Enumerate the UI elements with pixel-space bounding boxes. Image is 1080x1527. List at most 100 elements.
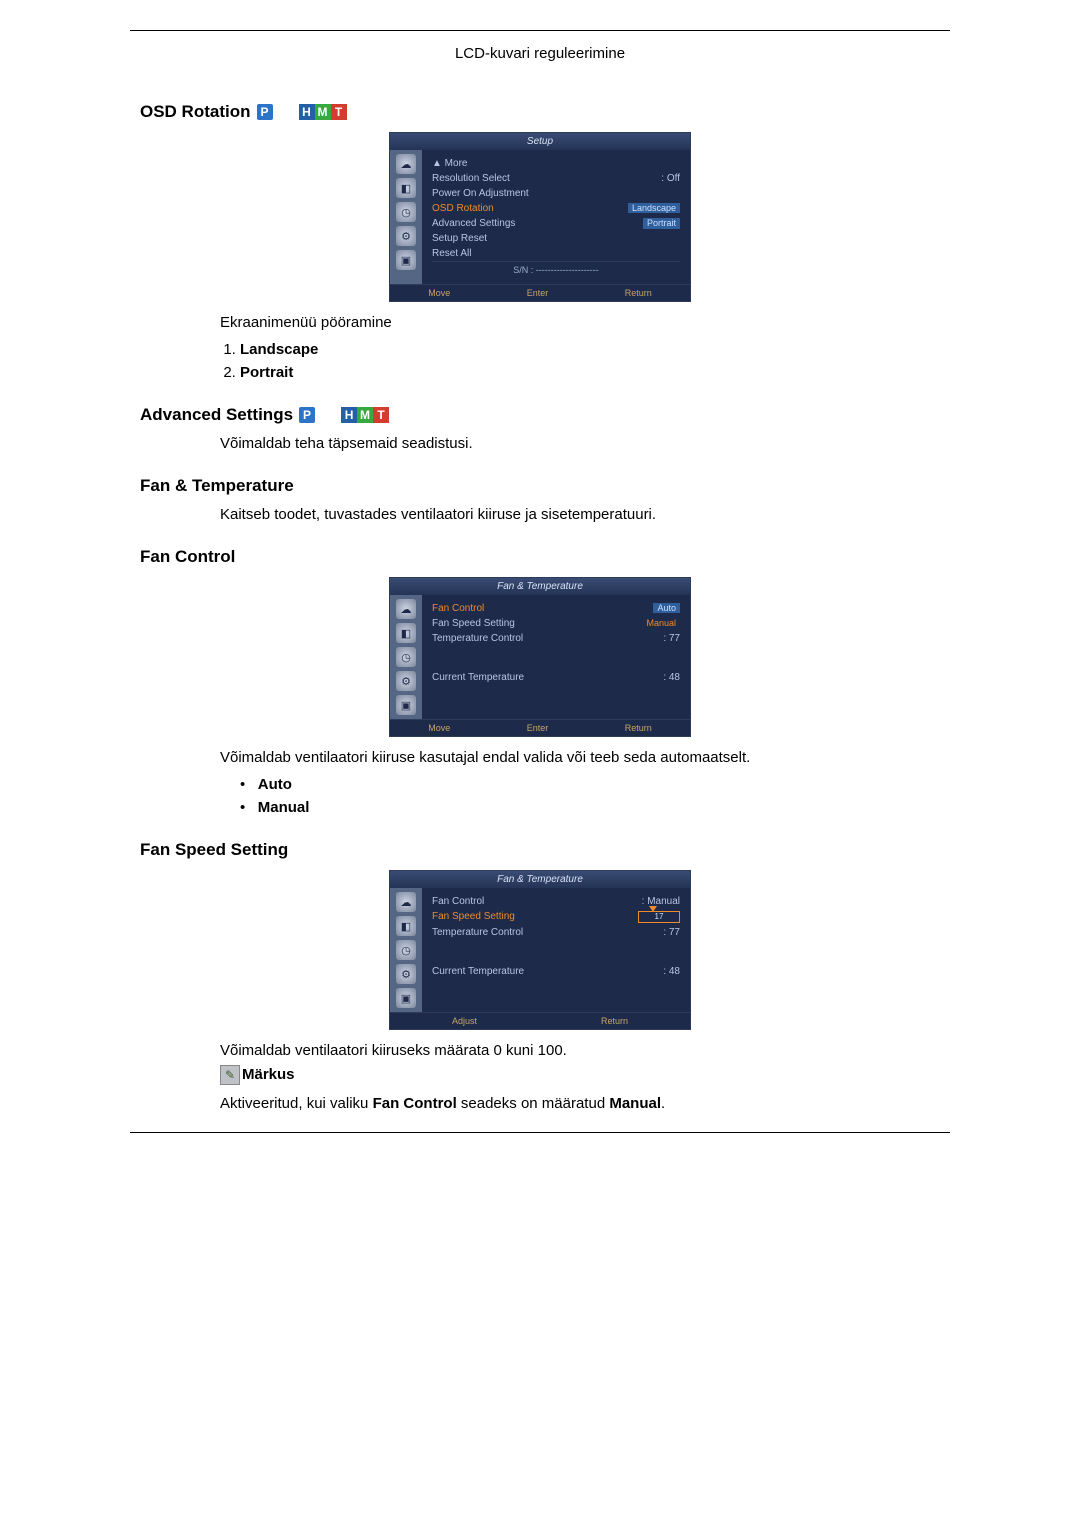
osd-fan2-foot-return: Return	[601, 1016, 628, 1026]
osd-icon-5: ▣	[396, 250, 416, 270]
page-header: LCD-kuvari reguleerimine	[130, 39, 950, 78]
osd-setup-sidebar: ☁ ◧ ◷ ⚙ ▣	[390, 150, 422, 284]
osd-fan2-icon-1: ☁	[396, 892, 416, 912]
t-icon: T	[331, 104, 347, 120]
osd-setup-res: Resolution Select : Off	[432, 171, 680, 186]
osd-setup-osdrot-landscape: Landscape	[628, 203, 680, 213]
fan-speed-note-mid: Fan Control	[373, 1095, 457, 1112]
osd-setup-sn: S/N : ---------------------	[432, 261, 680, 278]
osd-fan1-icon-5: ▣	[396, 695, 416, 715]
osd-setup-poweron: Power On Adjustment	[432, 186, 680, 201]
osd-fan1-foot-move: Move	[428, 723, 450, 733]
fan-speed-note-pre: Aktiveeritud, kui valiku	[220, 1095, 373, 1112]
osd-fan2-fc-label: Fan Control	[432, 896, 484, 907]
osd-setup-main: ▲ More Resolution Select : Off Power On …	[422, 150, 690, 284]
hmt-icon-group-2: H M T	[341, 407, 389, 423]
osd-fan1-fc-auto: Auto	[653, 603, 680, 613]
osd-fan1-fc-manual: Manual	[642, 618, 680, 629]
osd-fan1-body: ☁ ◧ ◷ ⚙ ▣ Fan Control Auto Fan Speed Set…	[390, 595, 690, 719]
osd-setup-foot-enter: Enter	[527, 288, 549, 298]
page: LCD-kuvari reguleerimine OSD Rotation P …	[130, 0, 950, 1193]
osd-setup-reset: Setup Reset	[432, 231, 680, 246]
osd-setup-poweron-label: Power On Adjustment	[432, 188, 529, 199]
osd-setup-foot-move: Move	[428, 288, 450, 298]
osd-icon-3: ◷	[396, 202, 416, 222]
note-icon: ✎	[220, 1065, 240, 1085]
heading-advanced-settings-text: Advanced Settings	[140, 405, 293, 425]
heading-advanced-settings: Advanced SettingsP H M T	[140, 405, 940, 425]
osd-fan1-panel: Fan & Temperature ☁ ◧ ◷ ⚙ ▣ Fan Control …	[389, 577, 691, 737]
osd-fan2-fc: Fan Control : Manual	[432, 894, 680, 909]
osd-setup-osdrot-portrait: Portrait	[643, 218, 680, 229]
osd-setup-reset-label: Setup Reset	[432, 233, 487, 244]
osd-fan2-foot: Adjust Return	[390, 1012, 690, 1029]
content: OSD Rotation P H M T Setup ☁ ◧ ◷ ⚙ ▣ ▲ M	[130, 102, 950, 1112]
osd-fan1-foot: Move Enter Return	[390, 719, 690, 736]
osd-setup-res-label: Resolution Select	[432, 173, 510, 184]
heading-fan-speed: Fan Speed Setting	[140, 840, 940, 860]
osd-fan2-fss-value: 17	[655, 912, 664, 921]
osd-fan2-icon-2: ◧	[396, 916, 416, 936]
osd-fan2-foot-adjust: Adjust	[452, 1016, 477, 1026]
osd-fan1-tc-label: Temperature Control	[432, 633, 523, 644]
osd-fan1-ct: Current Temperature : 48	[432, 670, 680, 685]
heading-fan-temperature: Fan & Temperature	[140, 476, 940, 496]
osd-setup-panel: Setup ☁ ◧ ◷ ⚙ ▣ ▲ More Resolution Select…	[389, 132, 691, 302]
osd-fan2-icon-4: ⚙	[396, 964, 416, 984]
osd-fan2-tc-label: Temperature Control	[432, 927, 523, 938]
osd-fan2-ct-value: : 48	[663, 966, 680, 977]
osd-icon-4: ⚙	[396, 226, 416, 246]
osd-fan2-tc: Temperature Control : 77	[432, 925, 680, 940]
m-icon-2: M	[357, 407, 373, 423]
osd-fan1-fc: Fan Control Auto	[432, 601, 680, 616]
osd-icon-1: ☁	[396, 154, 416, 174]
osd-setup-osdrot: OSD Rotation Landscape	[432, 201, 680, 216]
heading-fan-temperature-text: Fan & Temperature	[140, 476, 294, 496]
osd-icon-2: ◧	[396, 178, 416, 198]
osd-fan1-icon-3: ◷	[396, 647, 416, 667]
osd-fan1-fc-label: Fan Control	[432, 603, 484, 614]
slider-pointer-icon	[649, 906, 657, 912]
osd-fan1-title: Fan & Temperature	[390, 578, 690, 595]
osd-fan2-fss: Fan Speed Setting 17	[432, 909, 680, 925]
osd-fan1-icon-1: ☁	[396, 599, 416, 619]
osd-rotation-item-2-label: Portrait	[240, 364, 293, 381]
heading-osd-rotation: OSD Rotation P H M T	[140, 102, 940, 122]
osd-setup-title: Setup	[390, 133, 690, 150]
advanced-settings-desc: Võimaldab teha täpsemaid seadistusi.	[220, 435, 940, 452]
fan-speed-note-line: ✎Märkus	[220, 1065, 940, 1085]
fan-control-item-1: • Auto	[240, 776, 940, 793]
fan-control-desc: Võimaldab ventilaatori kiiruse kasutajal…	[220, 749, 940, 766]
osd-fan2-body: ☁ ◧ ◷ ⚙ ▣ Fan Control : Manual Fan Speed…	[390, 888, 690, 1012]
osd-rotation-list: Landscape Portrait	[240, 341, 940, 381]
osd-fan2-sidebar: ☁ ◧ ◷ ⚙ ▣	[390, 888, 422, 1012]
osd-fan2-fc-value: : Manual	[642, 896, 680, 907]
osd-setup-osdrot-label: OSD Rotation	[432, 203, 494, 214]
osd-fan2-icon-5: ▣	[396, 988, 416, 1008]
osd-setup-more-label: ▲ More	[432, 158, 467, 169]
heading-fan-speed-text: Fan Speed Setting	[140, 840, 288, 860]
osd-setup-foot-return: Return	[625, 288, 652, 298]
osd-fan2-title: Fan & Temperature	[390, 871, 690, 888]
osd-setup-foot: Move Enter Return	[390, 284, 690, 301]
osd-fan1-main: Fan Control Auto Fan Speed Setting Manua…	[422, 595, 690, 719]
osd-fan2-fss-label: Fan Speed Setting	[432, 911, 515, 923]
osd-setup-body: ☁ ◧ ◷ ⚙ ▣ ▲ More Resolution Select : Off…	[390, 150, 690, 284]
osd-fan1-ct-label: Current Temperature	[432, 672, 524, 683]
osd-fan1-ct-value: : 48	[663, 672, 680, 683]
osd-rotation-item-1: Landscape	[240, 341, 940, 358]
fan-control-item-2-label: Manual	[258, 799, 310, 816]
osd-fan1-foot-enter: Enter	[527, 723, 549, 733]
osd-setup-res-value: : Off	[661, 173, 680, 184]
osd-fan2-ct: Current Temperature : 48	[432, 964, 680, 979]
heading-fan-control: Fan Control	[140, 547, 940, 567]
osd-fan1-fss: Fan Speed Setting Manual	[432, 616, 680, 631]
osd-fan2-fss-slider: 17	[638, 911, 680, 923]
osd-setup-more: ▲ More	[432, 156, 680, 171]
osd-fan2-main: Fan Control : Manual Fan Speed Setting 1…	[422, 888, 690, 1012]
fan-speed-note-mid2: seadeks on määratud	[457, 1095, 610, 1112]
h-icon: H	[299, 104, 315, 120]
osd-fan1-sidebar: ☁ ◧ ◷ ⚙ ▣	[390, 595, 422, 719]
osd-fan1-tc: Temperature Control : 77	[432, 631, 680, 646]
fan-temperature-desc: Kaitseb toodet, tuvastades ventilaatori …	[220, 506, 940, 523]
